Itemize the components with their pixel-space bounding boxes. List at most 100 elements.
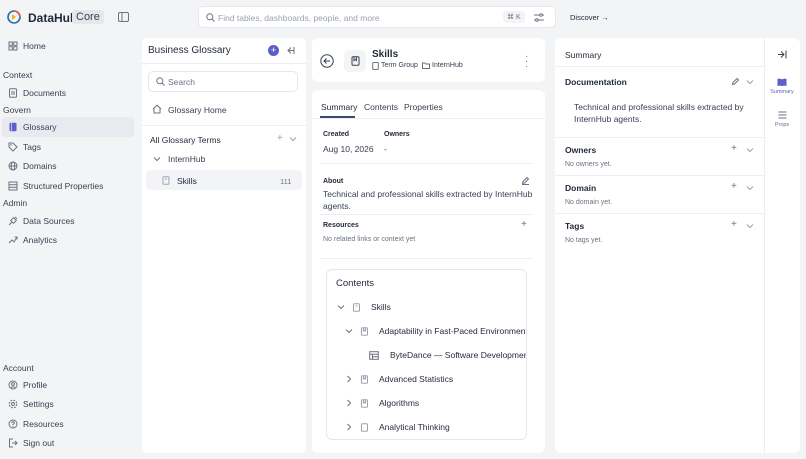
chevron-right-icon[interactable]	[345, 399, 353, 407]
edit-icon[interactable]	[731, 77, 740, 86]
bookmark-icon	[361, 422, 368, 432]
nav-sign-out[interactable]: Sign out	[8, 436, 54, 450]
table-icon	[369, 350, 379, 360]
book-icon	[9, 122, 17, 132]
tree-row[interactable]: Adaptability in Fast-Paced Environment	[345, 324, 527, 338]
more-options-icon[interactable]: · · ·	[525, 52, 528, 72]
plug-icon	[8, 216, 18, 226]
nav-section-govern: Govern	[3, 105, 31, 115]
back-arrow-icon[interactable]	[320, 54, 334, 68]
nav-analytics[interactable]: Analytics	[8, 233, 57, 247]
grid-icon	[8, 41, 18, 51]
book-open-icon	[777, 78, 787, 87]
documentation-text-line-1: Technical and professional skills extrac…	[574, 102, 744, 112]
close-panel-icon[interactable]	[777, 50, 787, 59]
tree-row[interactable]: Advanced Statistics	[345, 372, 453, 386]
shortcut-hint: ⌘ K	[503, 11, 525, 23]
owners-value: -	[384, 144, 387, 154]
add-term-button[interactable]: +	[268, 45, 279, 56]
tree-row-label: Adaptability in Fast-Paced Environment	[379, 326, 527, 336]
help-icon	[8, 419, 18, 429]
chevron-down-icon[interactable]	[153, 156, 161, 162]
nav-settings[interactable]: Settings	[8, 397, 54, 411]
resources-divider	[320, 258, 533, 259]
nav-glossary-label: Glossary	[23, 122, 57, 132]
contents-title: Contents	[336, 278, 375, 289]
glossary-title: Business Glossary	[148, 45, 231, 56]
tree-row[interactable]: Algorithms	[345, 396, 419, 410]
chevron-right-icon[interactable]	[345, 375, 353, 383]
chevron-right-icon[interactable]	[345, 423, 353, 431]
chevron-down-icon[interactable]	[337, 304, 345, 310]
created-value: Aug 10, 2026	[323, 144, 374, 154]
nav-analytics-label: Analytics	[23, 235, 58, 245]
glossary-home-link[interactable]: Glossary Home	[168, 105, 227, 115]
about-text-line-1: Technical and professional skills extrac…	[323, 189, 533, 199]
contents-box: Contents Skills Adaptability in Fast-Pac…	[326, 269, 527, 440]
about-divider	[320, 214, 533, 215]
add-domain-button[interactable]: +	[731, 181, 737, 192]
tree-row[interactable]: ByteDance — Software Development	[369, 348, 527, 362]
filter-button[interactable]	[529, 10, 549, 25]
nav-tags[interactable]: Tags	[8, 140, 41, 154]
term-count: 111	[280, 177, 292, 186]
domain-empty: No domain yet.	[565, 199, 613, 206]
entity-parent[interactable]: InternHub	[432, 62, 463, 69]
term-group-icon	[353, 302, 360, 312]
global-search-input[interactable]: Find tables, dashboards, people, and mor…	[218, 13, 380, 23]
nav-home[interactable]: Home	[8, 39, 46, 53]
nav-glossary[interactable]: Glossary	[8, 120, 57, 134]
document-icon	[9, 88, 17, 98]
tree-row-label: ByteDance — Software Development	[390, 350, 527, 360]
tree-group-internhub[interactable]: InternHub	[168, 154, 205, 164]
tabs-divider	[312, 118, 545, 119]
chevron-down-icon[interactable]	[746, 223, 754, 229]
sidebar-toggle-icon[interactable]	[118, 12, 129, 22]
datahub-logo-icon	[7, 10, 21, 24]
discover-link[interactable]: Discover →	[570, 13, 609, 22]
tree-item-skills-label: Skills	[177, 176, 197, 186]
tab-contents[interactable]: Contents	[364, 102, 398, 112]
add-tag-button[interactable]: +	[731, 219, 737, 230]
tag-icon	[8, 142, 18, 152]
chevron-down-icon[interactable]	[746, 79, 754, 85]
bookmark-icon	[351, 56, 360, 66]
tree-row[interactable]: Skills	[337, 300, 391, 314]
add-group-button[interactable]: +	[277, 133, 283, 144]
rail-tab-summary[interactable]: Summary	[766, 75, 798, 99]
glossary-search[interactable]: Search	[148, 71, 298, 92]
tree-row-label: Analytical Thinking	[379, 422, 450, 432]
nav-data-sources-label: Data Sources	[23, 216, 75, 226]
nav-data-sources[interactable]: Data Sources	[8, 214, 75, 228]
add-resource-button[interactable]: +	[521, 219, 527, 230]
tab-summary[interactable]: Summary	[321, 102, 357, 112]
tree-row[interactable]: Analytical Thinking	[345, 420, 450, 434]
nav-profile[interactable]: Profile	[8, 378, 47, 392]
chevron-down-icon[interactable]	[345, 328, 353, 334]
edition-badge: Core	[72, 10, 104, 24]
edit-icon[interactable]	[521, 176, 530, 185]
nav-resources[interactable]: Resources	[8, 417, 64, 431]
nav-structured-properties[interactable]: Structured Properties	[8, 179, 103, 193]
add-owner-button[interactable]: +	[731, 143, 737, 154]
documentation-divider	[555, 137, 764, 138]
nav-documents[interactable]: Documents	[8, 86, 66, 100]
user-icon	[8, 380, 18, 390]
nav-domains[interactable]: Domains	[8, 159, 57, 173]
collapse-panel-icon[interactable]	[286, 46, 295, 55]
rail-tab-props[interactable]: Props	[766, 109, 798, 133]
top-bar: DataHub Core Find tables, dashboards, pe…	[0, 0, 806, 36]
tab-properties[interactable]: Properties	[404, 102, 443, 112]
chevron-down-icon[interactable]	[746, 147, 754, 153]
entity-type: Term Group	[381, 62, 418, 69]
chevron-down-icon[interactable]	[289, 136, 297, 142]
search-icon	[206, 13, 215, 22]
search-icon	[156, 77, 165, 86]
all-glossary-terms[interactable]: All Glossary Terms	[150, 135, 221, 145]
globe-icon	[8, 161, 18, 171]
global-search[interactable]: Find tables, dashboards, people, and mor…	[198, 6, 556, 28]
bookmark-icon	[361, 398, 368, 408]
chevron-down-icon[interactable]	[746, 185, 754, 191]
created-label: Created	[323, 131, 350, 138]
glossary-search-input[interactable]: Search	[168, 77, 195, 87]
